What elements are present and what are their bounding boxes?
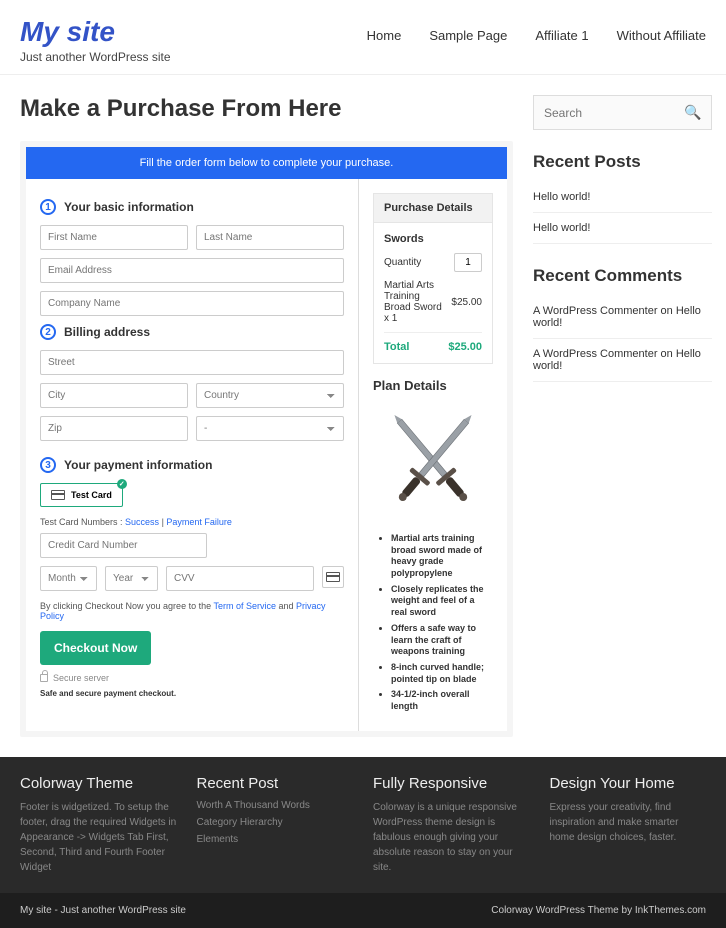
recent-posts-heading: Recent Posts [533, 152, 712, 172]
site-tagline: Just another WordPress site [20, 50, 171, 64]
checkout-button[interactable]: Checkout Now [40, 631, 151, 665]
exp-year-select[interactable]: Year [105, 566, 158, 591]
bullet-item: Martial arts training broad sword made o… [391, 533, 493, 580]
recent-posts-list: Hello world! Hello world! [533, 182, 712, 244]
test-card-button[interactable]: Test Card ✓ [40, 483, 123, 507]
swords-image [373, 401, 493, 521]
nav-affiliate-1[interactable]: Affiliate 1 [535, 28, 588, 43]
line-item-price: $25.00 [451, 297, 482, 308]
recent-post-item[interactable]: Hello world! [533, 213, 712, 244]
checkout-card: Fill the order form below to complete yo… [20, 141, 513, 737]
card-icon [51, 490, 65, 500]
recent-comment-item[interactable]: A WordPress Commenter on Hello world! [533, 339, 712, 382]
primary-nav: Home Sample Page Affiliate 1 Without Aff… [367, 28, 706, 43]
footer-col-1-title: Colorway Theme [20, 775, 177, 792]
plan-bullets: Martial arts training broad sword made o… [373, 533, 493, 713]
subfooter-left: My site - Just another WordPress site [20, 905, 186, 916]
success-link[interactable]: Success [125, 517, 159, 527]
total-label: Total [384, 341, 409, 353]
street-input[interactable] [40, 350, 344, 375]
purchase-details-heading: Purchase Details [373, 193, 493, 223]
search-icon[interactable]: 🔍 [684, 104, 701, 121]
step-1-badge: 1 [40, 199, 56, 215]
search-input[interactable] [544, 106, 684, 120]
product-section: Swords [384, 233, 482, 245]
page-title: Make a Purchase From Here [20, 95, 513, 123]
lock-icon [40, 674, 48, 682]
nav-home[interactable]: Home [367, 28, 402, 43]
company-input[interactable] [40, 291, 344, 316]
zip-input[interactable] [40, 416, 188, 441]
test-card-help: Test Card Numbers : Success | Payment Fa… [40, 517, 344, 527]
failure-link[interactable]: Payment Failure [166, 517, 232, 527]
quantity-label: Quantity [384, 257, 421, 268]
footer-col-2-title: Recent Post [197, 775, 354, 792]
subfooter-right: Colorway WordPress Theme by InkThemes.co… [491, 905, 706, 916]
footer-col-4-title: Design Your Home [550, 775, 707, 792]
site-title[interactable]: My site [20, 16, 171, 48]
step-2-badge: 2 [40, 324, 56, 340]
bullet-item: Closely replicates the weight and feel o… [391, 584, 493, 619]
step-1-title: 1 Your basic information [40, 199, 344, 215]
brand: My site Just another WordPress site [20, 16, 171, 64]
line-item-name: Martial Arts Training Broad Sword x 1 [384, 280, 451, 324]
bullet-item: 34-1/2-inch overall length [391, 689, 493, 712]
nav-without-affiliate[interactable]: Without Affiliate [617, 28, 706, 43]
step-3-title: 3 Your payment information [40, 457, 344, 473]
terms-text: By clicking Checkout Now you agree to th… [40, 601, 344, 621]
footer-col-3-text: Colorway is a unique responsive WordPres… [373, 800, 530, 875]
card-number-input[interactable] [40, 533, 207, 558]
bullet-item: 8-inch curved handle; pointed tip on bla… [391, 662, 493, 685]
plan-title: Plan Details [373, 378, 493, 393]
city-input[interactable] [40, 383, 188, 408]
total-value: $25.00 [448, 341, 482, 353]
region-select[interactable]: - [196, 416, 344, 441]
footer-col-4-text: Express your creativity, find inspiratio… [550, 800, 707, 845]
site-header: My site Just another WordPress site Home… [0, 0, 726, 75]
cvv-input[interactable] [166, 566, 314, 591]
recent-comment-item[interactable]: A WordPress Commenter on Hello world! [533, 296, 712, 339]
order-banner: Fill the order form below to complete yo… [26, 147, 507, 179]
country-select[interactable]: Country [196, 383, 344, 408]
bullet-item: Offers a safe way to learn the craft of … [391, 623, 493, 658]
purchase-summary: Purchase Details Swords Quantity Martial… [359, 179, 507, 731]
card-brand-icon [322, 566, 344, 588]
safe-message: Safe and secure payment checkout. [40, 689, 344, 698]
footer-post-link[interactable]: Category Hierarchy [197, 817, 354, 828]
nav-sample-page[interactable]: Sample Page [429, 28, 507, 43]
footer-col-1-text: Footer is widgetized. To setup the foote… [20, 800, 177, 875]
footer-post-link[interactable]: Worth A Thousand Words [197, 800, 354, 811]
email-input[interactable] [40, 258, 344, 283]
subfooter: My site - Just another WordPress site Co… [0, 893, 726, 928]
tos-link[interactable]: Term of Service [213, 601, 276, 611]
recent-comments-heading: Recent Comments [533, 266, 712, 286]
last-name-input[interactable] [196, 225, 344, 250]
step-2-title: 2 Billing address [40, 324, 344, 340]
footer-post-link[interactable]: Elements [197, 834, 354, 845]
recent-post-item[interactable]: Hello world! [533, 182, 712, 213]
step-3-badge: 3 [40, 457, 56, 473]
quantity-input[interactable] [454, 253, 482, 272]
search-box: 🔍 [533, 95, 712, 130]
secure-server: Secure server [40, 673, 344, 683]
footer-col-3-title: Fully Responsive [373, 775, 530, 792]
check-icon: ✓ [117, 479, 127, 489]
sidebar: 🔍 Recent Posts Hello world! Hello world!… [533, 95, 712, 737]
checkout-form: 1 Your basic information 2 [26, 179, 359, 731]
first-name-input[interactable] [40, 225, 188, 250]
footer: Colorway Theme Footer is widgetized. To … [0, 757, 726, 893]
recent-comments-list: A WordPress Commenter on Hello world! A … [533, 296, 712, 382]
exp-month-select[interactable]: Month [40, 566, 97, 591]
